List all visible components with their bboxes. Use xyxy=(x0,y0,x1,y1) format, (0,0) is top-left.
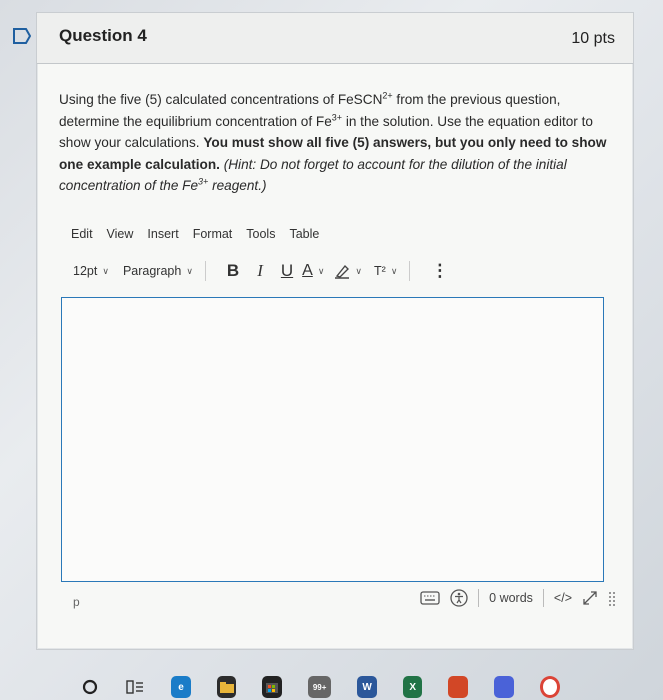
store-icon[interactable] xyxy=(262,676,283,698)
menu-view[interactable]: View xyxy=(107,227,134,241)
word-app-icon[interactable]: W xyxy=(357,676,377,698)
notification-badge[interactable]: 99+ xyxy=(308,676,332,698)
question-points: 10 pts xyxy=(571,30,615,47)
question-card: Question 4 10 pts Using the five (5) cal… xyxy=(13,12,634,650)
toolbar-divider xyxy=(204,261,206,281)
underline-button[interactable]: U xyxy=(281,261,293,281)
italic-button[interactable]: I xyxy=(257,261,263,281)
pen-icon xyxy=(335,264,350,279)
more-options-button[interactable]: ⋮ xyxy=(431,261,448,281)
word-count: 0 words xyxy=(478,589,544,607)
fullscreen-icon[interactable] xyxy=(582,590,598,606)
question-prompt: Using the five (5) calculated concentrat… xyxy=(59,90,607,193)
excel-app-icon[interactable]: X xyxy=(402,676,423,698)
rich-text-editor[interactable] xyxy=(61,297,604,582)
block-format-select[interactable]: Paragraph ∨ xyxy=(123,264,193,278)
editor-toolbar: 12pt ∨ Paragraph ∨ B I U A ∨ ∨ T² ∨ ⋮ xyxy=(73,261,457,281)
file-explorer-icon[interactable] xyxy=(216,676,237,698)
question-header: Question 4 10 pts xyxy=(13,13,633,64)
toolbar-divider xyxy=(409,261,411,281)
menu-tools[interactable]: Tools xyxy=(246,227,275,241)
chevron-down-icon: ∨ xyxy=(355,265,362,276)
highlight-color-button[interactable]: ∨ xyxy=(334,263,362,279)
menu-table[interactable]: Table xyxy=(289,227,319,241)
text-color-button[interactable]: A ∨ xyxy=(302,262,324,280)
superscript-button[interactable]: T² ∨ xyxy=(374,264,397,278)
flag-icon[interactable] xyxy=(11,27,31,45)
menu-format[interactable]: Format xyxy=(193,227,233,241)
chevron-down-icon: ∨ xyxy=(390,265,398,276)
chevron-down-icon: ∨ xyxy=(102,265,109,276)
font-size-select[interactable]: 12pt ∨ xyxy=(73,264,109,278)
editor-menubar: Edit View Insert Format Tools Table xyxy=(71,227,319,241)
search-circle-icon[interactable] xyxy=(80,676,100,698)
taskbar-dock: e 99+ W X xyxy=(80,674,560,700)
chevron-down-icon: ∨ xyxy=(317,265,325,276)
editor-statusbar: p 0 words </> xyxy=(73,587,618,617)
office-app-icon[interactable] xyxy=(448,676,469,698)
chrome-browser-icon[interactable] xyxy=(539,676,560,698)
menu-insert[interactable]: Insert xyxy=(147,227,178,241)
task-view-icon[interactable] xyxy=(126,676,146,698)
edge-browser-icon[interactable]: e xyxy=(171,676,191,698)
accessibility-icon[interactable] xyxy=(450,589,468,607)
keyboard-icon[interactable] xyxy=(420,591,440,605)
chevron-down-icon: ∨ xyxy=(186,265,193,276)
html-editor-toggle[interactable]: </> xyxy=(554,591,572,605)
question-title: Question 4 xyxy=(59,26,147,45)
bold-button[interactable]: B xyxy=(227,261,239,281)
resize-handle-icon[interactable] xyxy=(608,590,618,606)
teams-app-icon[interactable] xyxy=(494,676,514,698)
menu-edit[interactable]: Edit xyxy=(71,227,93,241)
element-path: p xyxy=(73,595,80,609)
